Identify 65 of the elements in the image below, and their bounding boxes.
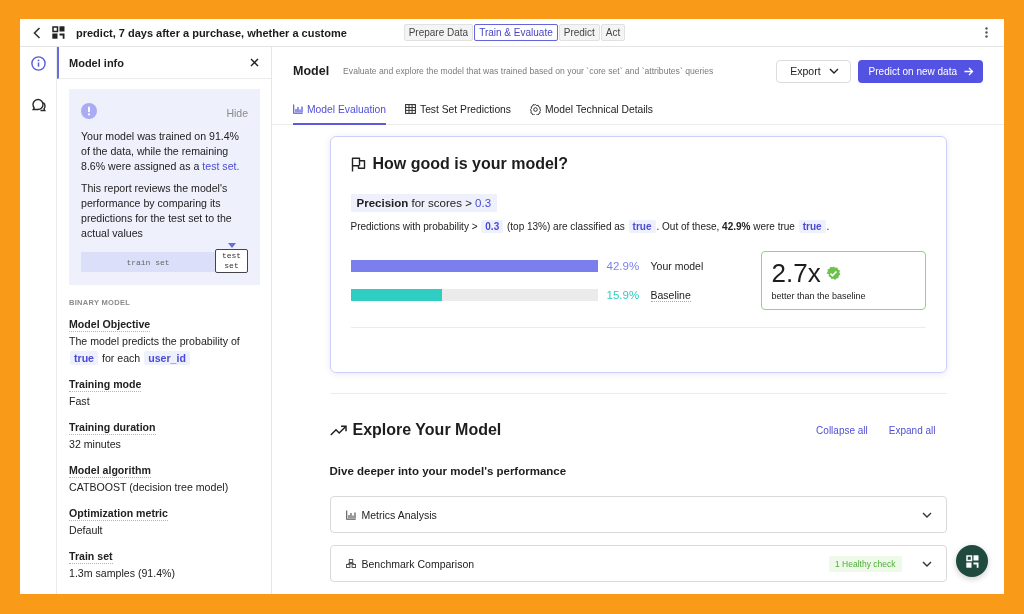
field-value: 32 minutes (69, 437, 122, 452)
result-caption: better than the baseline (771, 291, 867, 301)
field-value: Fast (69, 394, 91, 409)
flag-icon (350, 156, 366, 172)
tab[interactable]: Test Set Predictions (405, 95, 511, 125)
notice-text: Your model was trained on 91.4% of the data, while the remaining 8.6% were assigned as a test set. (81, 129, 241, 174)
step-tab[interactable]: Train & Evaluate (474, 24, 558, 41)
text-link[interactable]: Collapse all (816, 424, 868, 436)
step-tab[interactable]: Act (600, 24, 626, 41)
panel-title: Model info (69, 56, 124, 69)
section-subtitle: Evaluate and explore the model that was trained based on your `core set` and `attributes` queries (343, 66, 714, 76)
card-title: How good is your model? (372, 155, 569, 173)
notice-text: This report reviews the model's performance by comparing its predictions for the test set to the actual values (81, 181, 233, 241)
logo-icon (965, 554, 979, 568)
test-segment: test set (215, 249, 248, 273)
tab[interactable]: Model Evaluation (293, 95, 386, 125)
precision-description: Predictions with probability > 0.3 (top 13%) are classified as true . Out of these, 42.9% were true true . (350, 220, 831, 234)
table-icon (405, 104, 416, 114)
info-icon[interactable] (30, 56, 46, 71)
back-icon[interactable] (33, 26, 41, 39)
section-subheading: Dive deeper into your model's performance (329, 464, 568, 479)
bar-chart-icon (293, 104, 303, 114)
accordion-header[interactable]: Metrics Analysis (329, 496, 947, 533)
trend-icon (329, 424, 347, 436)
hierarchy-icon (345, 559, 356, 568)
text-link[interactable]: Expand all (888, 424, 936, 436)
gear-icon (530, 103, 541, 115)
logo-icon (52, 26, 65, 39)
chevron-down-icon (828, 68, 839, 74)
export-button[interactable]: Export (776, 59, 851, 83)
step-tab[interactable]: Predict (558, 24, 600, 41)
assistant-button[interactable] (956, 545, 988, 577)
field-value: The model predicts the probability of true for each user_id (69, 334, 241, 367)
bar-label: Baseline (650, 288, 691, 302)
result-value: 2.7x (771, 258, 821, 288)
field-label: Training mode (69, 377, 142, 392)
step-tab[interactable]: Prepare Data (403, 24, 474, 41)
alert-icon (81, 103, 97, 119)
close-icon[interactable] (250, 58, 259, 67)
bar-label: Your model (650, 259, 704, 272)
field-label: Model Objective (69, 317, 151, 332)
field-value: 1.3m samples (91.4%) (69, 566, 176, 581)
verified-badge-icon (825, 265, 841, 281)
bar-value: 15.9% (606, 289, 641, 301)
accordion-header[interactable]: Benchmark Comparison 1 Healthy check (329, 545, 947, 582)
page-title: predict, 7 days after a purchase, whether a custome (76, 26, 347, 39)
status-badge: 1 Healthy check (829, 555, 902, 572)
predict-button[interactable]: Predict on new data (857, 59, 983, 83)
precision-label: Precision for scores > 0.3 (350, 194, 498, 212)
chat-icon[interactable] (30, 98, 46, 112)
section-heading: Explore Your Model (352, 421, 502, 439)
bar-value: 42.9% (606, 259, 641, 272)
field-label: Model algorithm (69, 463, 151, 478)
more-icon[interactable] (985, 27, 988, 38)
arrow-right-icon (964, 66, 974, 76)
tab[interactable]: Model Technical Details (530, 95, 653, 125)
field-value: Default (69, 523, 104, 538)
train-segment: train set (81, 252, 215, 272)
inline-link[interactable]: test set. (202, 160, 240, 172)
section-title: Model (293, 64, 330, 78)
field-value: CATBOOST (decision tree model) (69, 480, 230, 495)
field-label: Training duration (69, 420, 156, 435)
bar-chart-icon (345, 509, 356, 520)
field-label: Optimization metric (69, 506, 168, 521)
field-label: Train set (69, 549, 113, 564)
